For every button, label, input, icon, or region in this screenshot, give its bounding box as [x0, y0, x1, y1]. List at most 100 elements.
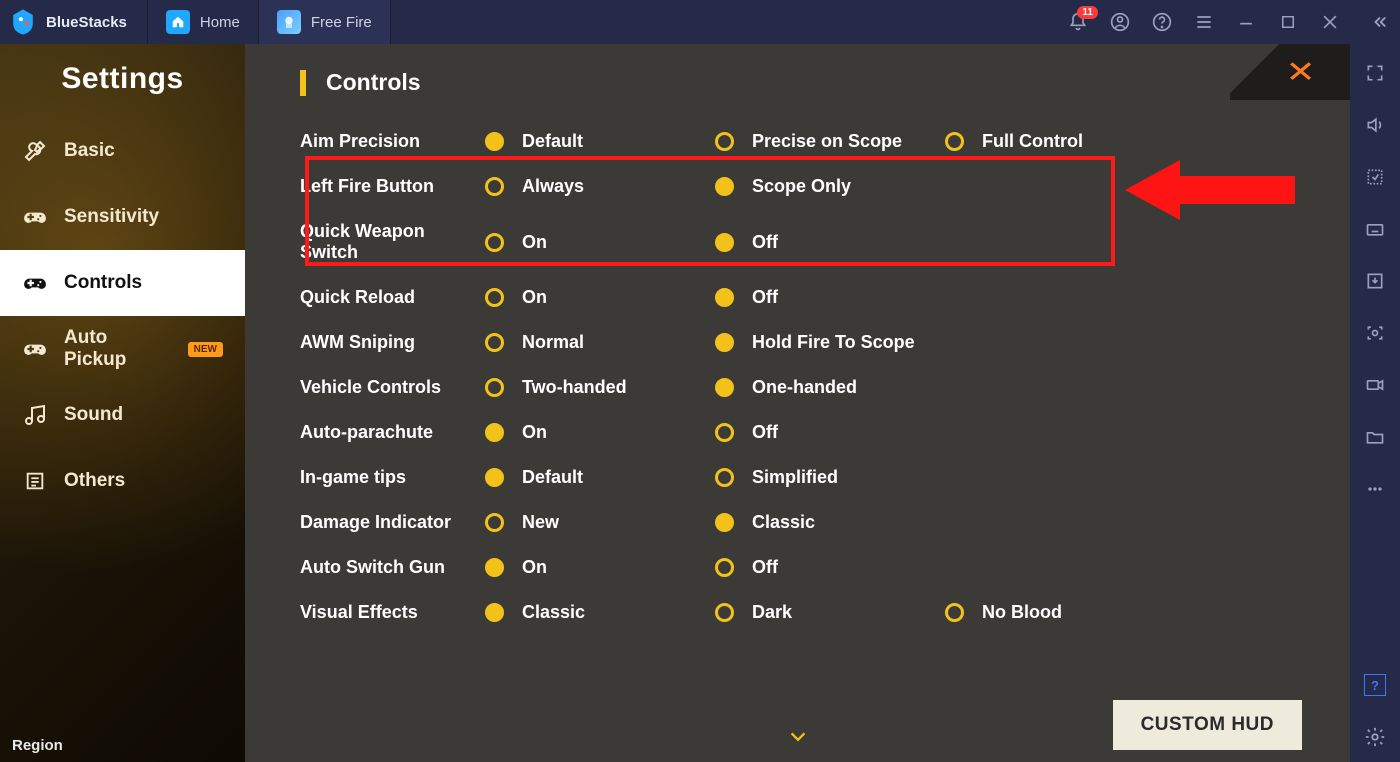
option-label: Full Control [982, 131, 1083, 152]
option-simplified[interactable]: Simplified [715, 467, 945, 488]
sidebar-item-sound[interactable]: Sound [0, 382, 245, 448]
radio-icon [715, 423, 734, 442]
setting-label: Auto-parachute [300, 422, 485, 443]
fullscreen-icon[interactable] [1364, 62, 1386, 84]
tab-home[interactable]: Home [147, 0, 259, 44]
sidebar-item-label: Auto Pickup [64, 327, 168, 371]
setting-row-auto-parachute: Auto-parachuteOnOff [300, 422, 1320, 443]
radio-icon [715, 378, 734, 397]
radio-icon [485, 558, 504, 577]
radio-icon [715, 513, 734, 532]
wrench-icon [22, 138, 48, 164]
option-label: Off [752, 287, 778, 308]
camera-icon[interactable] [1364, 322, 1386, 344]
keyboard-icon[interactable] [1364, 218, 1386, 240]
option-dark[interactable]: Dark [715, 602, 945, 623]
sidebar-item-label: Sensitivity [64, 206, 159, 228]
radio-icon [485, 468, 504, 487]
sidebar-item-basic[interactable]: Basic [0, 118, 245, 184]
setting-row-damage-indicator: Damage IndicatorNewClassic [300, 512, 1320, 533]
tab-free-fire-label: Free Fire [311, 14, 372, 31]
notification-badge: 11 [1077, 6, 1098, 19]
bluestacks-logo [8, 7, 38, 37]
setting-label: Quick Weapon Switch [300, 221, 485, 263]
option-two-handed[interactable]: Two-handed [485, 377, 715, 398]
install-icon[interactable] [1364, 270, 1386, 292]
option-hold-fire-to-scope[interactable]: Hold Fire To Scope [715, 332, 945, 353]
option-label: Two-handed [522, 377, 627, 398]
option-no-blood[interactable]: No Blood [945, 602, 1125, 623]
option-normal[interactable]: Normal [485, 332, 715, 353]
option-label: On [522, 232, 547, 253]
option-off[interactable]: Off [715, 232, 945, 253]
setting-row-vehicle-controls: Vehicle ControlsTwo-handedOne-handed [300, 377, 1320, 398]
minimize-icon[interactable] [1236, 12, 1256, 32]
maximize-icon[interactable] [1278, 12, 1298, 32]
option-label: Classic [522, 602, 585, 623]
sidebar-item-sensitivity[interactable]: Sensitivity [0, 184, 245, 250]
bell-icon[interactable]: 11 [1068, 12, 1088, 32]
record-icon[interactable] [1364, 374, 1386, 396]
folder-icon[interactable] [1364, 426, 1386, 448]
music-icon [22, 402, 48, 428]
volume-icon[interactable] [1364, 114, 1386, 136]
sidebar-item-controls[interactable]: Controls [0, 250, 245, 316]
setting-label: Aim Precision [300, 131, 485, 152]
option-new[interactable]: New [485, 512, 715, 533]
close-icon[interactable] [1320, 12, 1340, 32]
option-on[interactable]: On [485, 422, 715, 443]
option-precise-on-scope[interactable]: Precise on Scope [715, 131, 945, 152]
option-label: Off [752, 557, 778, 578]
option-full-control[interactable]: Full Control [945, 131, 1125, 152]
help-icon[interactable] [1152, 12, 1172, 32]
gamepad-icon [22, 270, 48, 296]
collapse-icon[interactable] [1370, 12, 1390, 32]
sidebar-item-others[interactable]: Others [0, 448, 245, 514]
setting-label: Damage Indicator [300, 512, 485, 533]
radio-icon [485, 513, 504, 532]
user-icon[interactable] [1110, 12, 1130, 32]
radio-icon [945, 603, 964, 622]
option-always[interactable]: Always [485, 176, 715, 197]
setting-label: Left Fire Button [300, 176, 485, 197]
option-off[interactable]: Off [715, 557, 945, 578]
option-one-handed[interactable]: One-handed [715, 377, 945, 398]
option-classic[interactable]: Classic [485, 602, 715, 623]
option-label: Default [522, 131, 583, 152]
setting-row-quick-weapon-switch: Quick Weapon Switch On Off [300, 221, 1320, 263]
option-label: Normal [522, 332, 584, 353]
tab-free-fire[interactable]: Free Fire [259, 0, 391, 44]
option-classic[interactable]: Classic [715, 512, 945, 533]
panel-heading: Controls [300, 69, 1320, 96]
option-label: On [522, 287, 547, 308]
help-box-icon[interactable]: ? [1364, 674, 1386, 696]
option-on[interactable]: On [485, 232, 715, 253]
custom-hud-button[interactable]: CUSTOM HUD [1113, 700, 1302, 750]
radio-icon [715, 603, 734, 622]
option-scope-only[interactable]: Scope Only [715, 176, 945, 197]
gear-icon[interactable] [1364, 726, 1386, 748]
option-off[interactable]: Off [715, 287, 945, 308]
gamepad-icon [22, 336, 48, 362]
option-off[interactable]: Off [715, 422, 945, 443]
radio-icon [715, 558, 734, 577]
setting-label: AWM Sniping [300, 332, 485, 353]
bluestacks-topbar: BlueStacks Home Free Fire 11 [0, 0, 1400, 44]
scroll-down-chevron[interactable] [783, 726, 813, 748]
radio-icon [485, 132, 504, 151]
option-default[interactable]: Default [485, 467, 715, 488]
close-button[interactable]: ✕ [1230, 44, 1350, 100]
location-icon[interactable] [1364, 166, 1386, 188]
option-on[interactable]: On [485, 557, 715, 578]
option-label: Hold Fire To Scope [752, 332, 915, 353]
setting-label: Quick Reload [300, 287, 485, 308]
setting-label: Visual Effects [300, 602, 485, 623]
heading-text: Controls [326, 69, 421, 96]
more-icon[interactable] [1364, 478, 1386, 500]
option-label: Default [522, 467, 583, 488]
option-on[interactable]: On [485, 287, 715, 308]
hamburger-icon[interactable] [1194, 12, 1214, 32]
sidebar-item-label: Others [64, 470, 125, 492]
option-default[interactable]: Default [485, 131, 715, 152]
sidebar-item-auto-pickup[interactable]: Auto PickupNEW [0, 316, 245, 382]
